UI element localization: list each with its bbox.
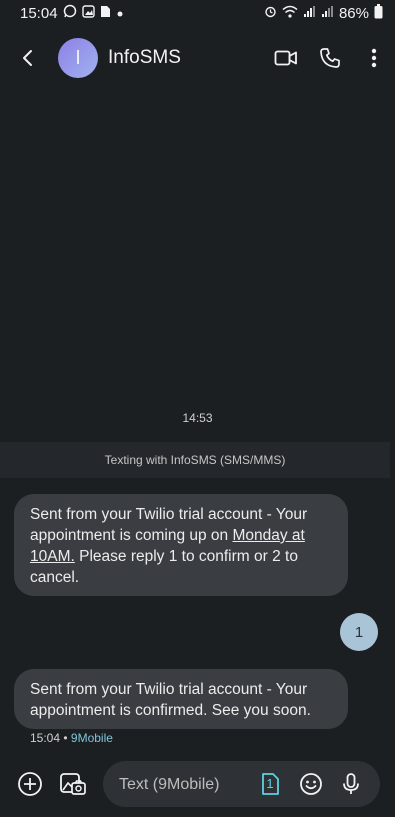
carrier-name: 9Mobile xyxy=(70,731,113,745)
signal-1-icon xyxy=(303,5,316,22)
back-button[interactable] xyxy=(14,44,42,72)
meta-separator: • xyxy=(60,731,71,745)
notification-dot-icon xyxy=(116,5,124,22)
avatar-letter: I xyxy=(75,46,81,69)
status-left: 15:04 xyxy=(20,4,124,22)
more-vert-icon xyxy=(371,48,377,68)
back-arrow-icon xyxy=(23,50,32,66)
voice-call-button[interactable] xyxy=(317,45,343,71)
voice-input-button[interactable] xyxy=(339,772,363,796)
sim-number: 1 xyxy=(266,776,274,791)
emoji-button[interactable] xyxy=(299,772,323,796)
outgoing-message[interactable]: 1 xyxy=(340,613,378,651)
gallery-button[interactable] xyxy=(58,769,88,799)
sim-select-button[interactable]: 1 xyxy=(259,772,281,796)
gallery-icon xyxy=(81,4,95,22)
texting-banner: Texting with InfoSMS (SMS/MMS) xyxy=(0,442,390,478)
message-text: Sent from your Twilio trial account - Yo… xyxy=(30,681,311,719)
status-right: 86% xyxy=(264,3,383,23)
conversation-header: I InfoSMS xyxy=(0,30,395,86)
add-circle-icon xyxy=(18,772,42,796)
message-meta: 15:04 • 9Mobile xyxy=(30,731,113,745)
header-actions xyxy=(273,45,387,71)
add-attachment-button[interactable] xyxy=(15,769,45,799)
composer: 1 xyxy=(0,756,395,812)
whatsapp-icon xyxy=(63,4,77,22)
signal-2-icon xyxy=(321,5,334,22)
status-bar: 15:04 86% xyxy=(0,0,395,26)
contact-avatar[interactable]: I xyxy=(58,38,98,78)
message-input[interactable] xyxy=(117,773,251,797)
incoming-message[interactable]: Sent from your Twilio trial account - Yo… xyxy=(14,669,348,729)
battery-icon xyxy=(374,3,383,23)
status-time: 15:04 xyxy=(20,4,58,22)
message-input-container: 1 xyxy=(103,761,380,807)
video-camera-icon xyxy=(274,50,297,66)
contact-name[interactable]: InfoSMS xyxy=(108,47,273,69)
incoming-message[interactable]: Sent from your Twilio trial account - Yo… xyxy=(14,494,348,596)
emoji-icon xyxy=(300,773,322,795)
add-photo-icon xyxy=(60,773,86,795)
battery-percent: 86% xyxy=(338,4,369,22)
alarm-icon xyxy=(264,5,277,22)
video-call-button[interactable] xyxy=(273,45,299,71)
more-options-button[interactable] xyxy=(361,45,387,71)
message-time: 15:04 xyxy=(30,731,61,745)
message-text: 1 xyxy=(354,623,364,641)
sim-card-icon xyxy=(100,5,111,22)
phone-icon xyxy=(320,48,340,68)
time-divider: 14:53 xyxy=(182,411,213,425)
mic-icon xyxy=(343,773,359,794)
wifi-icon xyxy=(282,5,298,22)
